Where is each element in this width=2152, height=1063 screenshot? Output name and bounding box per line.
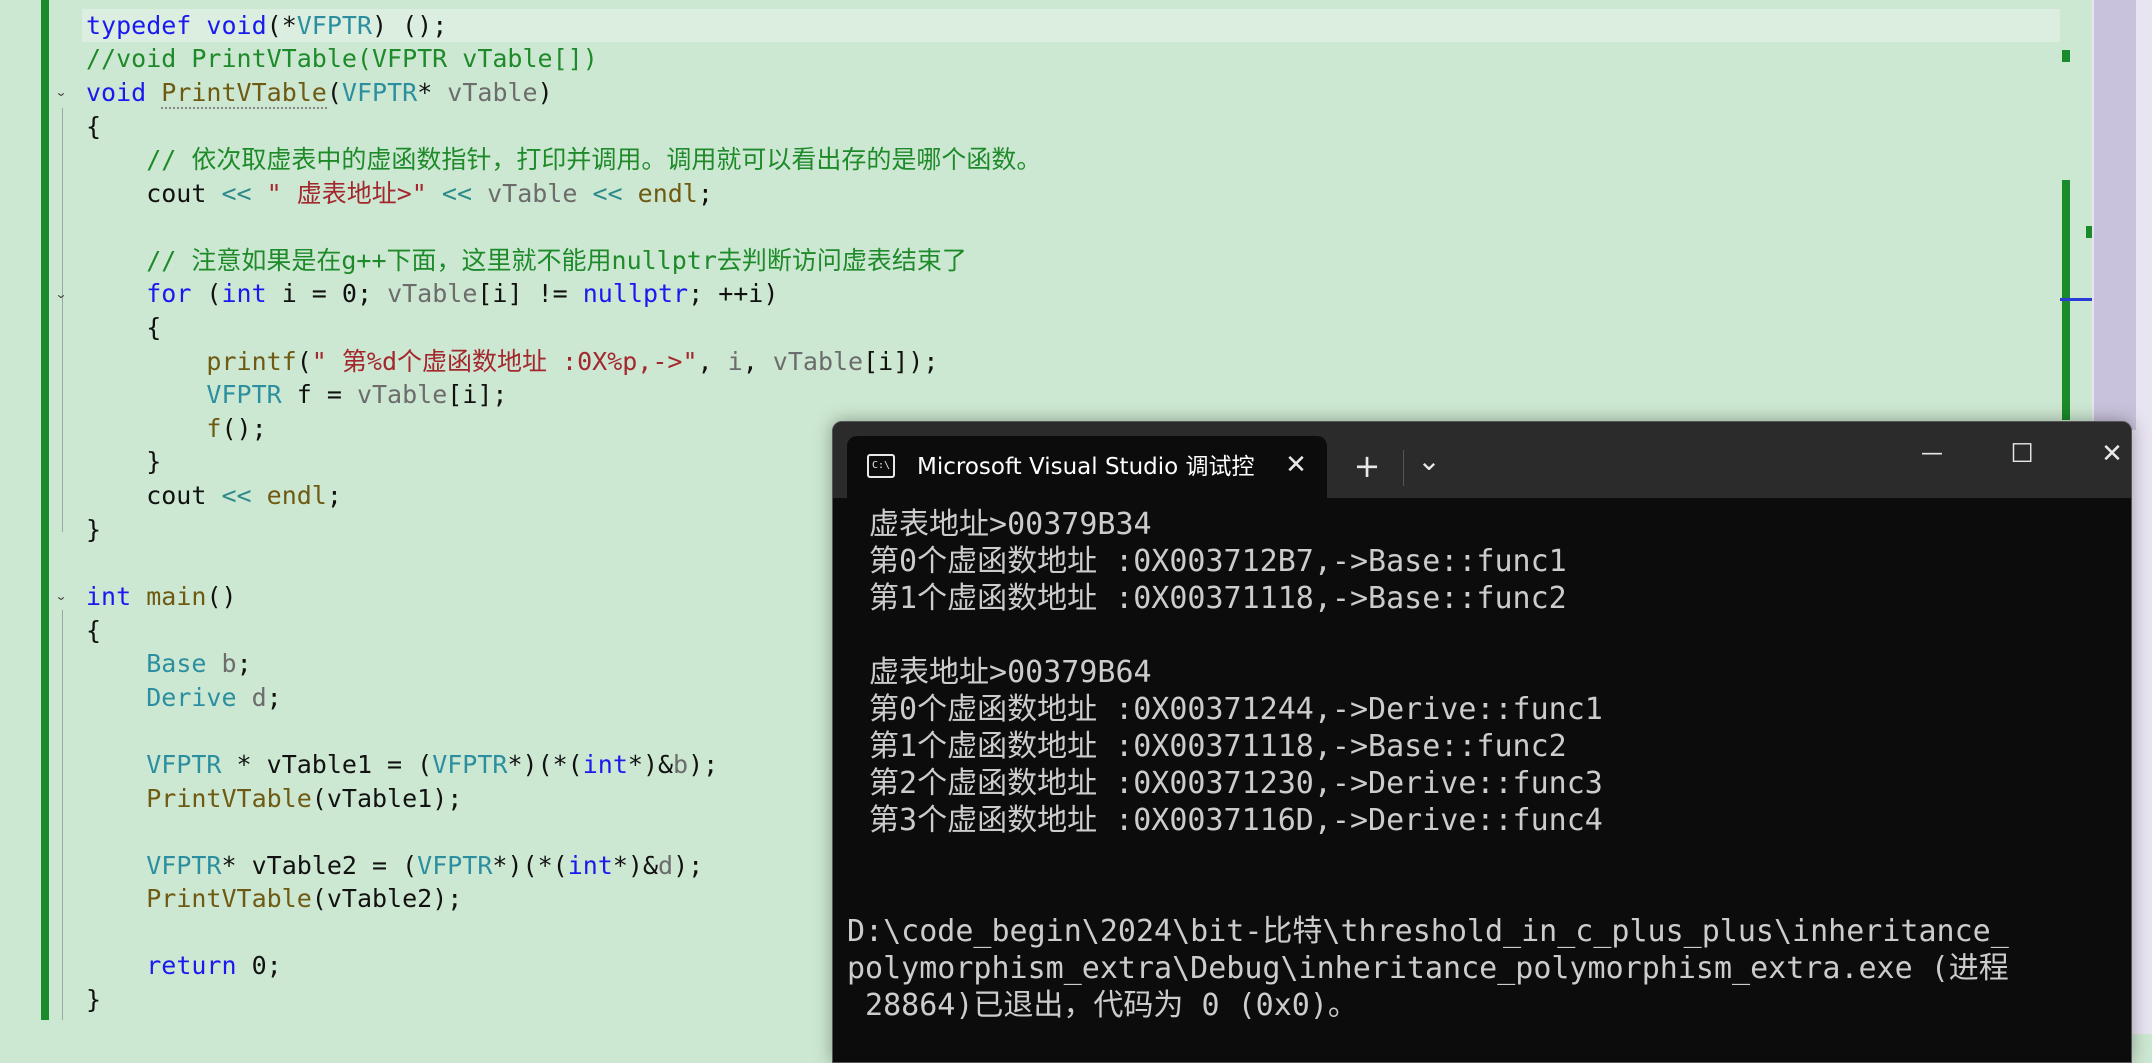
code-line[interactable]: VFPTR f = vTable[i]; [86,378,507,412]
fold-chevron-icon[interactable]: ⌄ [52,85,70,99]
code-line[interactable]: Base b; [86,647,251,681]
console-line: 28864)已退出，代码为 0 (0x0)。 [847,988,1358,1023]
code-line[interactable]: { [86,614,101,648]
code-line[interactable]: // 依次取虚表中的虚函数指针，打印并调用。调用就可以看出存的是哪个函数。 [86,143,1041,177]
code-line[interactable]: Derive d; [86,681,282,715]
change-indicator-bar [41,0,49,1020]
code-line[interactable]: PrintVTable(vTable2); [86,882,462,916]
code-line[interactable]: } [86,445,161,479]
console-line: D:\code_begin\2024\bit-比特\threshold_in_c… [847,914,2009,949]
change-marker [2062,50,2070,62]
fold-guide [62,306,63,476]
code-line[interactable]: { [86,311,161,345]
code-line[interactable]: VFPTR * vTable1 = (VFPTR*)(*(int*)&b); [86,748,718,782]
dropdown-chevron-icon[interactable]: ⌄ [1409,446,1449,486]
fold-chevron-icon[interactable]: ⌄ [52,589,70,603]
code-line[interactable]: { [86,110,101,144]
titlebar-separator [1403,450,1404,486]
maximize-button[interactable]: ☐ [1997,434,2047,474]
console-line: 第1个虚函数地址 :0X00371118,->Base::func2 [851,729,1567,764]
console-output[interactable]: 虚表地址>00379B34 第0个虚函数地址 :0X003712B7,->Bas… [833,498,2131,1062]
console-line: 第0个虚函数地址 :0X003712B7,->Base::func1 [851,544,1567,579]
code-line[interactable]: cout << " 虚表地址>" << vTable << endl; [86,177,713,211]
code-line[interactable]: for (int i = 0; vTable[i] != nullptr; ++… [86,277,778,311]
code-line[interactable]: PrintVTable(vTable1); [86,782,462,816]
debug-console-window[interactable]: C:\ Microsoft Visual Studio 调试控 ✕ + ⌄ — … [832,421,2132,1063]
code-line[interactable]: // 注意如果是在g++下面，这里就不能用nullptr去判断访问虚表结束了 [86,244,967,278]
code-line[interactable]: return 0; [86,949,281,983]
console-tab[interactable]: C:\ Microsoft Visual Studio 调试控 ✕ [847,436,1327,498]
console-line: polymorphism_extra\Debug\inheritance_pol… [847,951,2009,986]
code-line[interactable]: typedef void(*VFPTR) (); [86,9,447,43]
code-line[interactable]: printf(" 第%d个虚函数地址 :0X%p,->", i, vTable[… [86,345,938,379]
console-line: 第0个虚函数地址 :0X00371244,->Derive::func1 [851,692,1603,727]
code-line[interactable]: } [86,983,101,1017]
fold-chevron-icon[interactable]: ⌄ [52,287,70,301]
terminal-icon: C:\ [867,454,895,478]
code-line[interactable]: void PrintVTable(VFPTR* vTable) [86,76,553,110]
new-tab-button[interactable]: + [1347,446,1387,486]
minimize-button[interactable]: — [1907,434,1957,474]
console-line: 第1个虚函数地址 :0X00371118,->Base::func2 [851,581,1567,616]
console-line: 虚表地址>00379B34 [851,507,1152,542]
fold-guide [62,610,63,1020]
console-line: 第3个虚函数地址 :0X0037116D,->Derive::func4 [851,803,1603,838]
console-tab-title: Microsoft Visual Studio 调试控 [917,454,1255,480]
terminal-icon-label: C:\ [871,460,891,471]
code-line[interactable]: //void PrintVTable(VFPTR vTable[]) [86,42,598,76]
scrollbar-thumb[interactable] [2094,0,2136,430]
close-window-button[interactable]: ✕ [2087,434,2131,474]
console-line: 第2个虚函数地址 :0X00371230,->Derive::func3 [851,766,1603,801]
console-line: 虚表地址>00379B64 [851,655,1152,690]
close-tab-icon[interactable]: ✕ [1281,450,1311,480]
code-line[interactable]: } [86,513,101,547]
code-line[interactable]: cout << endl; [86,479,342,513]
code-line[interactable]: VFPTR* vTable2 = (VFPTR*)(*(int*)&d); [86,849,703,883]
code-line[interactable]: int main() [86,580,237,614]
code-line[interactable]: f(); [86,412,266,446]
console-titlebar[interactable]: C:\ Microsoft Visual Studio 调试控 ✕ + ⌄ — … [833,422,2131,498]
